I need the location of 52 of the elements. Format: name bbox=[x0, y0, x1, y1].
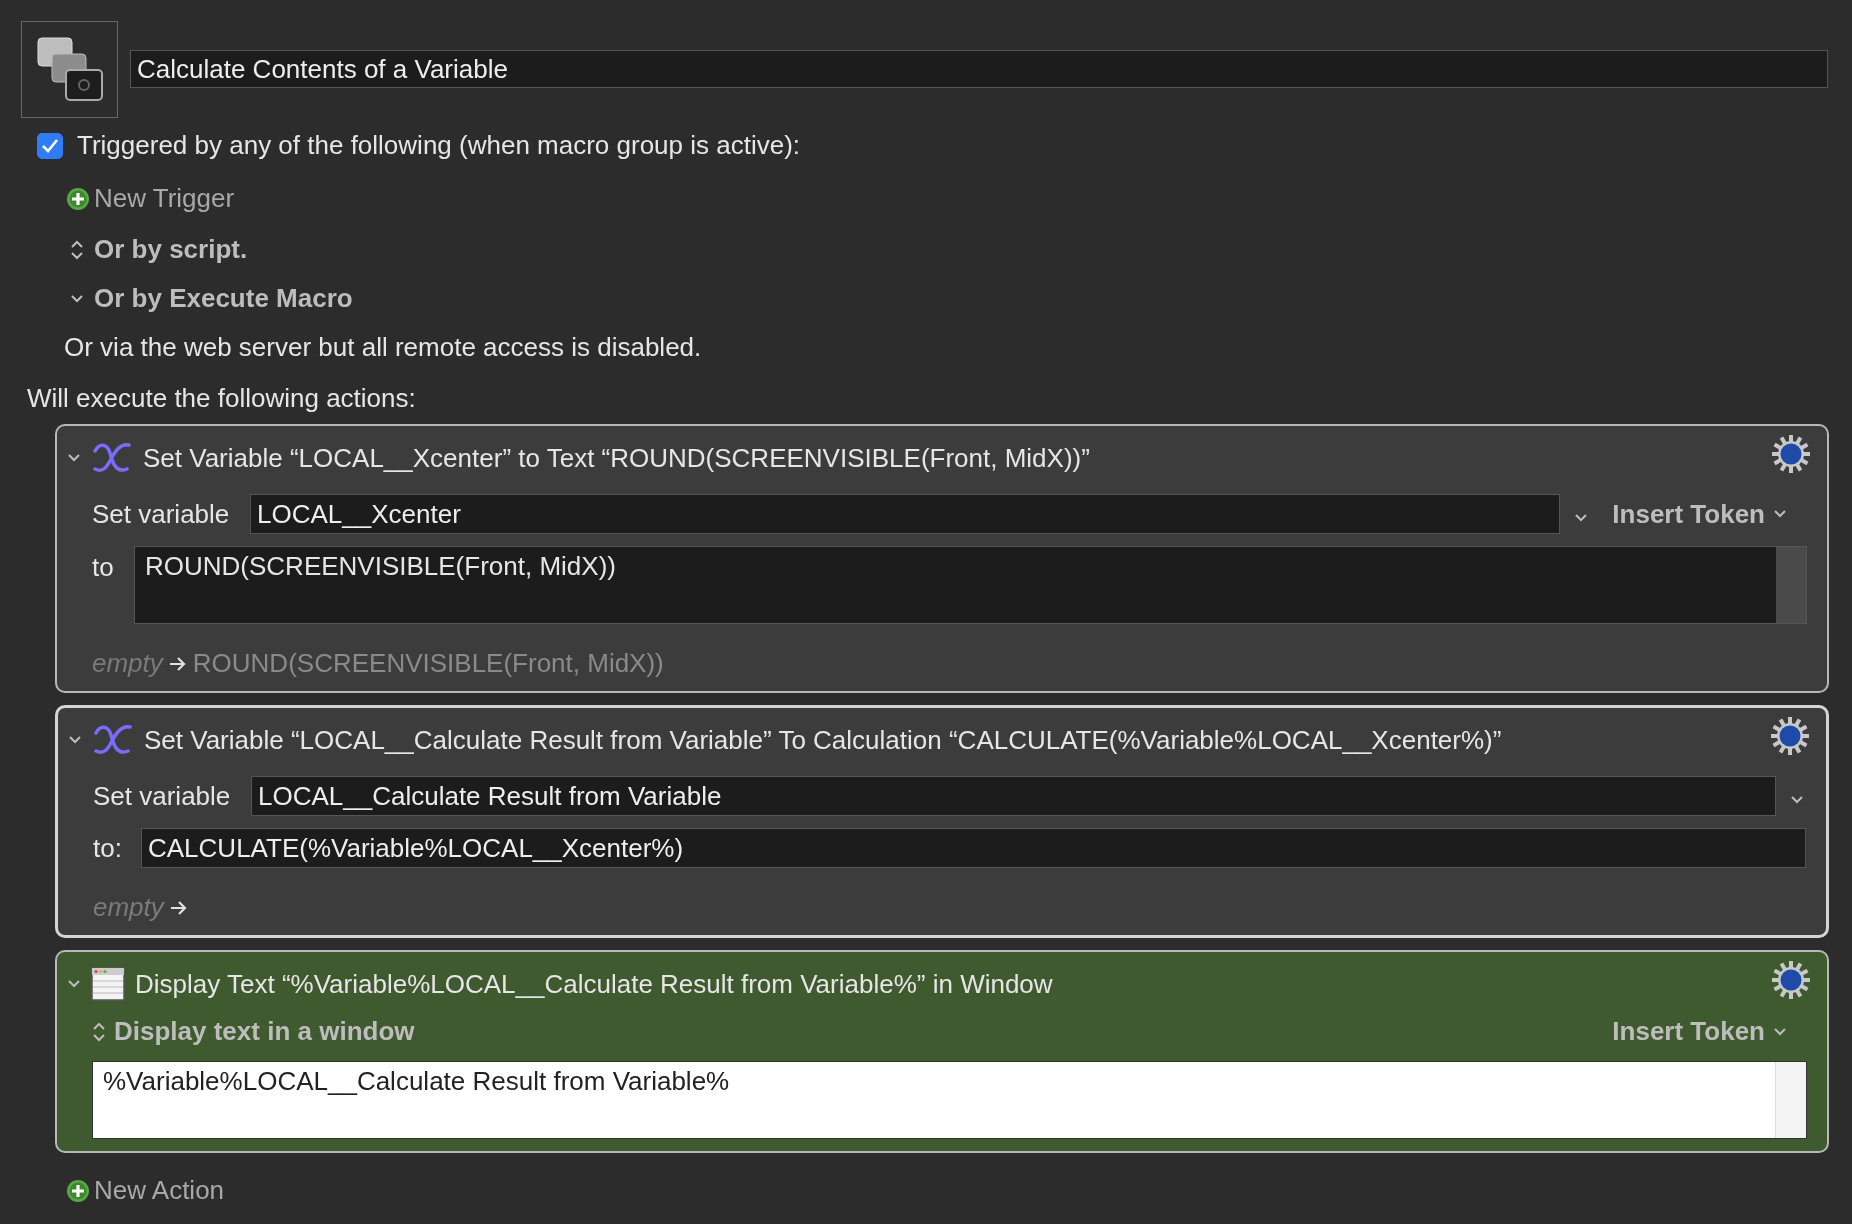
macro-icon-well[interactable] bbox=[21, 21, 118, 118]
display-mode-popup[interactable]: Display text in a window bbox=[114, 1016, 415, 1047]
action-title: Set Variable “LOCAL__Xcenter” to Text “ROUND(SCREENVISIBLE(Front, MidX))” bbox=[143, 442, 1090, 474]
trigger-option[interactable]: Or by Execute Macro bbox=[94, 283, 353, 314]
action-panel[interactable]: Set Variable “LOCAL__Xcenter” to Text “ROUND(SCREENVISIBLE(Front, MidX))” Set variable LOCAL__Xcenter Insert Token to ROUND(SCREENVISIBLE(Front, MidX)) empty ROUND(SCREENVISIBLE(Front, MidX)) bbox=[55, 424, 1829, 693]
right-arrow-icon bbox=[168, 655, 187, 672]
disclosure-chevron-icon[interactable] bbox=[67, 453, 81, 463]
action-title: Set Variable “LOCAL__Calculate Result from Variable” To Calculation “CALCULATE(%Variable%LOCAL__Xcenter%)” bbox=[144, 724, 1502, 756]
text-window-icon bbox=[91, 967, 125, 1001]
add-icon[interactable] bbox=[66, 186, 90, 211]
variable-x-icon bbox=[92, 723, 134, 757]
field-label: Set variable bbox=[92, 498, 231, 530]
chevron-down-icon[interactable] bbox=[1773, 1026, 1787, 1037]
preview-empty-label: empty bbox=[93, 892, 164, 923]
gear-icon[interactable] bbox=[1770, 716, 1810, 756]
action-panel[interactable] bbox=[55, 705, 1829, 938]
dropdown-caret-icon[interactable] bbox=[1574, 512, 1589, 523]
disclosure-chevron-icon[interactable] bbox=[70, 293, 84, 304]
text-value-field[interactable]: ROUND(SCREENVISIBLE(Front, MidX)) bbox=[134, 546, 1807, 624]
actions-heading: Will execute the following actions: bbox=[27, 383, 417, 414]
new-trigger-link[interactable]: New Trigger bbox=[94, 183, 235, 214]
trigger-label: Triggered by any of the following (when macro group is active): bbox=[77, 130, 801, 161]
disclosure-chevron-icon[interactable] bbox=[67, 979, 81, 989]
up-down-arrows-icon[interactable] bbox=[92, 1020, 106, 1043]
trigger-checkbox[interactable] bbox=[37, 132, 63, 159]
disclosure-chevron-icon[interactable] bbox=[68, 735, 82, 745]
field-label: to: bbox=[93, 832, 123, 864]
new-action-link[interactable]: New Action bbox=[94, 1175, 225, 1206]
variable-name-field[interactable]: LOCAL__Xcenter bbox=[250, 494, 1561, 534]
insert-token-button[interactable]: Insert Token bbox=[1612, 498, 1787, 530]
variable-x-icon bbox=[91, 441, 133, 475]
chevron-down-icon[interactable] bbox=[1773, 509, 1787, 519]
display-text-field[interactable]: %Variable%LOCAL__Calculate Result from Variable% bbox=[92, 1061, 1807, 1139]
right-arrow-icon bbox=[169, 899, 188, 916]
calculation-field[interactable]: CALCULATE(%Variable%LOCAL__Xcenter%) bbox=[141, 828, 1806, 868]
insert-token-button[interactable]: Insert Token bbox=[1612, 1016, 1787, 1047]
preview-text: ROUND(SCREENVISIBLE(Front, MidX)) bbox=[192, 648, 664, 679]
action-title: Display Text “%Variable%LOCAL__Calculate Result from Variable%” in Window bbox=[135, 968, 1053, 1000]
dropdown-caret-icon[interactable] bbox=[1790, 794, 1804, 805]
field-label: Set variable bbox=[93, 780, 232, 812]
add-icon[interactable] bbox=[66, 1178, 90, 1203]
action-panel[interactable]: Display Text “%Variable%LOCAL__Calculate Result from Variable%” in Window Display text in a window Insert Token %Variable%LOCAL__Calculate Result from Variable% bbox=[55, 950, 1829, 1153]
web-server-note: Or via the web server but all remote access is disabled. bbox=[64, 332, 703, 363]
variable-name-field[interactable]: LOCAL__Calculate Result from Variable bbox=[251, 776, 1776, 816]
preview-empty-label: empty bbox=[92, 648, 163, 679]
gear-icon[interactable] bbox=[1771, 434, 1811, 474]
checkmark-icon bbox=[41, 137, 59, 154]
macro-name-field[interactable]: Calculate Contents of a Variable bbox=[130, 50, 1828, 88]
up-down-arrows-icon[interactable] bbox=[70, 238, 84, 261]
field-label: to bbox=[92, 551, 115, 583]
trigger-option[interactable]: Or by script. bbox=[94, 234, 248, 265]
gear-icon[interactable] bbox=[1771, 960, 1811, 1000]
